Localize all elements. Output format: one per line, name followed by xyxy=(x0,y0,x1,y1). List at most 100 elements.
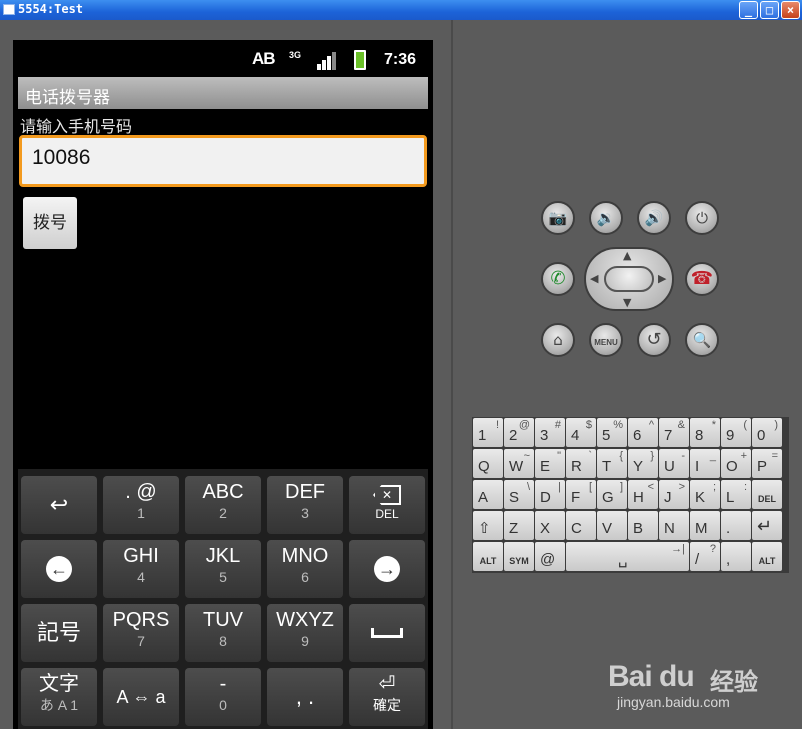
hw-key-3[interactable]: 3 # xyxy=(535,418,565,447)
hw-key-p[interactable]: P = xyxy=(752,449,782,478)
hw-key-n[interactable]: N xyxy=(659,511,689,540)
search-button[interactable]: 🔍 xyxy=(685,323,719,357)
hw-key-1[interactable]: 1! xyxy=(473,418,503,447)
hw-key-2[interactable]: 2 @ xyxy=(504,418,534,447)
kb-key-1[interactable]: . @1 xyxy=(103,476,179,534)
kb-key-4[interactable]: GHI 4 xyxy=(103,540,179,598)
home-button[interactable]: ⌂ xyxy=(541,323,575,357)
dial-button[interactable]: 拨号 xyxy=(23,197,77,249)
undo-arrow-icon: ↩ xyxy=(49,492,69,517)
hw-key-6[interactable]: 6 ^ xyxy=(628,418,658,447)
kb-key-6[interactable]: MNO 6 xyxy=(267,540,343,598)
hw-key-sym[interactable]: SYM xyxy=(504,542,534,571)
hw-key-alt-right[interactable]: ALT xyxy=(752,542,782,571)
power-icon: ⏻ xyxy=(696,209,708,227)
hw-key-8[interactable]: 8 * xyxy=(690,418,720,447)
enter-icon: ↵ xyxy=(757,516,773,536)
back-button[interactable]: ↺ xyxy=(637,323,671,357)
menu-button[interactable]: MENU xyxy=(589,323,623,357)
hw-key-0[interactable]: 0) xyxy=(752,418,782,447)
end-call-button[interactable]: ☎ xyxy=(685,262,719,296)
hw-key-at[interactable]: @ xyxy=(535,542,565,571)
hw-key-l[interactable]: L: xyxy=(721,480,751,509)
phone-screen: AB 3G 7:36 电话拨号器 请输入手机号码 10086 拨号 ↩ . @1… xyxy=(13,40,433,729)
hw-key-u[interactable]: U- xyxy=(659,449,689,478)
hw-key-d[interactable]: D | xyxy=(535,480,565,509)
hw-key-j[interactable]: J > xyxy=(659,480,689,509)
kb-key-7[interactable]: PQRS 7 xyxy=(103,604,179,662)
hw-key-comma[interactable]: , xyxy=(721,542,751,571)
phone-number-input[interactable]: 10086 xyxy=(19,135,427,187)
hw-key-v[interactable]: V xyxy=(597,511,627,540)
hw-key-h[interactable]: H < xyxy=(628,480,658,509)
hw-key-9[interactable]: 9( xyxy=(721,418,751,447)
hw-key-x[interactable]: X xyxy=(535,511,565,540)
volume-down-button[interactable]: 🔉 xyxy=(589,201,623,235)
kb-symbol-key[interactable]: 記号 xyxy=(21,604,97,662)
dpad-left-icon[interactable]: ◀ xyxy=(590,272,598,285)
minimize-button[interactable]: _ xyxy=(739,1,758,19)
hw-key-enter[interactable]: ↵ xyxy=(752,511,782,540)
maximize-button[interactable]: □ xyxy=(760,1,779,19)
kb-confirm-key[interactable]: ⏎ 確定 xyxy=(349,668,425,726)
hw-key-y[interactable]: Y} xyxy=(628,449,658,478)
hw-key-t[interactable]: T{ xyxy=(597,449,627,478)
kb-key-9[interactable]: WXYZ 9 xyxy=(267,604,343,662)
hw-key-a[interactable]: A xyxy=(473,480,503,509)
dpad-center-button[interactable] xyxy=(604,266,654,292)
status-bar: AB 3G 7:36 xyxy=(13,40,433,76)
hw-key-7[interactable]: 7 & xyxy=(659,418,689,447)
hw-key-shift[interactable]: ⇧ xyxy=(473,511,503,540)
kb-space-key[interactable] xyxy=(349,604,425,662)
hw-key-5[interactable]: 5% xyxy=(597,418,627,447)
hw-key-c[interactable]: C xyxy=(566,511,596,540)
kb-key-8[interactable]: TUV 8 xyxy=(185,604,261,662)
back-arrow-icon: ↺ xyxy=(646,329,662,350)
power-button[interactable]: ⏻ xyxy=(685,201,719,235)
phone-call-icon: ✆ xyxy=(550,268,566,289)
kb-key-2[interactable]: ABC 2 xyxy=(185,476,261,534)
hw-key-r[interactable]: R ` xyxy=(566,449,596,478)
input-mode-indicator: AB xyxy=(252,49,276,68)
hardware-keyboard: 1! 2 @ 3 # 4 $ 5% 6 ^ 7 & 8 * 9( 0) Q W ~ E " R `… xyxy=(472,417,789,573)
dpad-up-icon[interactable]: ▲ xyxy=(623,249,631,262)
kb-punct-key[interactable]: , . xyxy=(267,668,343,726)
kb-back-key[interactable]: ↩ xyxy=(21,476,97,534)
hw-key-m[interactable]: M xyxy=(690,511,720,540)
hw-key-q[interactable]: Q xyxy=(473,449,503,478)
kb-key-5[interactable]: JKL 5 xyxy=(185,540,261,598)
call-button[interactable]: ✆ xyxy=(541,262,575,296)
dpad-right-icon[interactable]: ▶ xyxy=(658,272,666,285)
soft-keyboard: ↩ . @1 ABC 2 DEF 3 ✕ DEL ← GHI 4 JKL 5 MNO 6 →… xyxy=(18,469,428,729)
hw-key-period[interactable]: . xyxy=(721,511,751,540)
status-time: 7:36 xyxy=(384,51,417,68)
hw-key-k[interactable]: K; xyxy=(690,480,720,509)
hw-key-space[interactable]: ␣ →| xyxy=(566,542,689,571)
hw-key-s[interactable]: S \ xyxy=(504,480,534,509)
dpad-down-icon[interactable]: ▼ xyxy=(623,296,631,309)
kb-mode-key[interactable]: 文字あ A 1 xyxy=(21,668,97,726)
window-titlebar: 5554:Test _ □ × xyxy=(0,0,802,20)
hw-key-e[interactable]: E " xyxy=(535,449,565,478)
volume-up-button[interactable]: 🔊 xyxy=(637,201,671,235)
kb-key-3[interactable]: DEF 3 xyxy=(267,476,343,534)
hw-key-f[interactable]: F[ xyxy=(566,480,596,509)
hw-key-g[interactable]: G] xyxy=(597,480,627,509)
hw-key-slash[interactable]: /? xyxy=(690,542,720,571)
camera-button[interactable]: 📷 xyxy=(541,201,575,235)
kb-key-0[interactable]: -0 xyxy=(185,668,261,726)
hw-key-del[interactable]: DEL xyxy=(752,480,782,509)
hw-key-b[interactable]: B xyxy=(628,511,658,540)
hw-key-alt-left[interactable]: ALT xyxy=(473,542,503,571)
hw-key-z[interactable]: Z xyxy=(504,511,534,540)
kb-case-key[interactable]: A ⇔ a xyxy=(103,668,179,726)
hw-key-i[interactable]: I _ xyxy=(690,449,720,478)
close-button[interactable]: × xyxy=(781,1,800,19)
hw-key-w[interactable]: W ~ xyxy=(504,449,534,478)
hw-key-o[interactable]: O + xyxy=(721,449,751,478)
baidu-watermark-cn: 经验 xyxy=(710,668,758,696)
kb-right-key[interactable]: → xyxy=(349,540,425,598)
kb-delete-key[interactable]: ✕ DEL xyxy=(349,476,425,534)
hw-key-4[interactable]: 4 $ xyxy=(566,418,596,447)
kb-left-key[interactable]: ← xyxy=(21,540,97,598)
